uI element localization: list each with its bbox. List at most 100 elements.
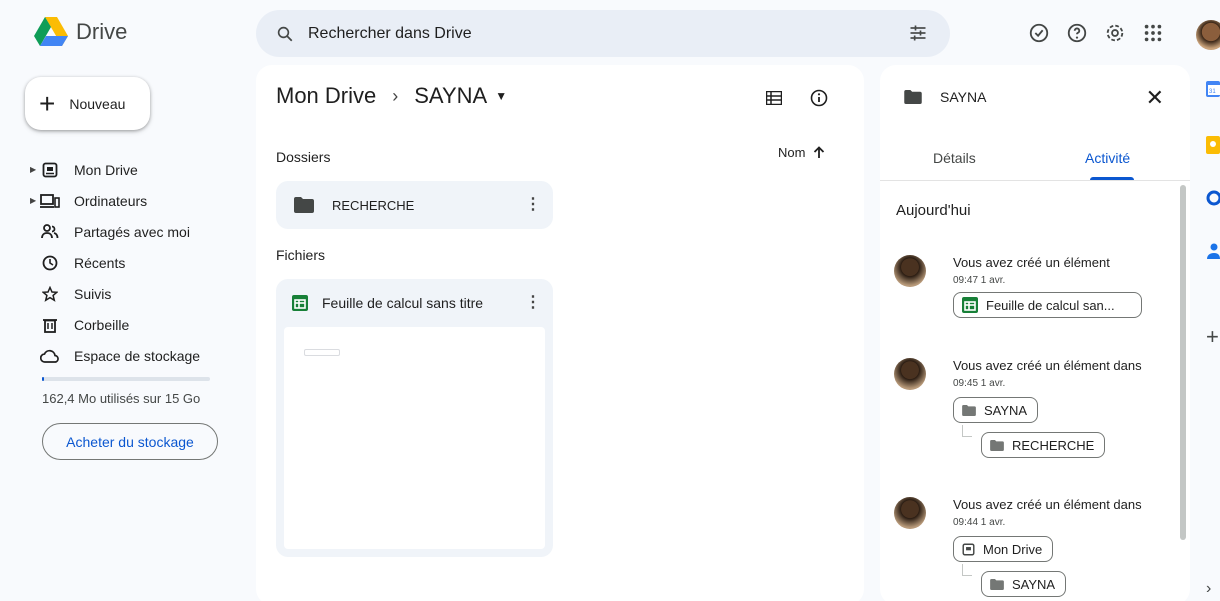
activity-message: Vous avez créé un élément dans bbox=[953, 497, 1142, 512]
activity-folder-chip[interactable]: RECHERCHE bbox=[981, 432, 1106, 458]
files-section-label: Fichiers bbox=[276, 247, 326, 263]
drive-logo-icon bbox=[34, 17, 68, 46]
storage-usage-text: 162,4 Mo utilisés sur 15 Go bbox=[42, 391, 201, 406]
account-avatar[interactable] bbox=[1196, 20, 1220, 50]
folder-icon bbox=[962, 404, 976, 416]
ready-offline-icon[interactable] bbox=[1028, 22, 1050, 44]
chip-label: RECHERCHE bbox=[1012, 437, 1095, 453]
search-options-icon[interactable] bbox=[908, 23, 928, 43]
settings-icon[interactable] bbox=[1104, 22, 1126, 44]
sidebar-item-label: Suivis bbox=[74, 285, 112, 302]
dropdown-arrow-icon[interactable]: ▼ bbox=[495, 89, 507, 103]
info-icon[interactable] bbox=[810, 89, 828, 107]
list-view-icon[interactable] bbox=[766, 91, 782, 105]
sidebar-item-label: Corbeille bbox=[74, 316, 130, 333]
activity-folder-chip[interactable]: SAYNA bbox=[981, 571, 1067, 597]
user-avatar bbox=[894, 497, 926, 529]
calendar-icon[interactable]: 31 bbox=[1206, 80, 1220, 98]
breadcrumb-current[interactable]: SAYNA bbox=[414, 83, 487, 109]
expand-arrow-icon[interactable]: ▶ bbox=[30, 196, 36, 205]
file-thumbnail[interactable] bbox=[284, 327, 545, 549]
computers-icon bbox=[40, 191, 60, 211]
sheets-icon bbox=[292, 295, 308, 311]
activity-folder-chip[interactable]: SAYNA bbox=[953, 397, 1039, 423]
tab-details[interactable]: Détails bbox=[933, 150, 976, 166]
keep-icon[interactable] bbox=[1206, 136, 1220, 154]
activity-time: 09:45 1 avr. bbox=[953, 378, 1006, 389]
storage-progress-fill bbox=[42, 377, 44, 381]
app-name: Drive bbox=[76, 19, 128, 44]
clock-icon bbox=[40, 253, 60, 273]
sidebar-item-starred[interactable]: Suivis bbox=[30, 278, 240, 309]
chip-label: Feuille de calcul san... bbox=[986, 297, 1115, 313]
top-toolbar bbox=[1028, 22, 1164, 44]
activity-item: Vous avez créé un élément dans 09:45 1 a… bbox=[894, 358, 1184, 458]
sidebar-item-trash[interactable]: Corbeille bbox=[30, 309, 240, 340]
thumbnail-cell bbox=[304, 349, 340, 356]
more-actions-icon[interactable]: ⋮ bbox=[525, 295, 541, 311]
activity-item-chip[interactable]: Feuille de calcul san... bbox=[953, 292, 1142, 318]
sidebar-nav: ▶ Mon Drive ▶ Ordinateurs Partagés avec … bbox=[30, 154, 240, 371]
apps-grid-icon[interactable] bbox=[1142, 22, 1164, 44]
tree-connector bbox=[962, 425, 972, 437]
help-icon[interactable] bbox=[1066, 22, 1088, 44]
folder-icon bbox=[294, 197, 314, 213]
main-content: Mon Drive › SAYNA ▼ Dossiers Nom RECHERC… bbox=[256, 65, 864, 601]
sheets-icon bbox=[962, 297, 978, 313]
shared-icon bbox=[40, 222, 60, 242]
breadcrumb-separator: › bbox=[392, 85, 399, 106]
file-item[interactable]: Feuille de calcul sans titre ⋮ bbox=[276, 279, 553, 557]
sort-control[interactable]: Nom bbox=[778, 145, 825, 160]
activity-drive-chip[interactable]: Mon Drive bbox=[953, 536, 1054, 562]
sidebar-item-label: Partagés avec moi bbox=[74, 223, 190, 240]
tasks-icon[interactable] bbox=[1206, 190, 1220, 206]
folder-item[interactable]: RECHERCHE ⋮ bbox=[276, 181, 553, 229]
search-bar[interactable] bbox=[256, 10, 950, 57]
more-actions-icon[interactable]: ⋮ bbox=[525, 197, 541, 213]
expand-arrow-icon[interactable]: ▶ bbox=[30, 165, 36, 174]
tree-connector bbox=[962, 564, 972, 576]
storage-progress-bar bbox=[42, 377, 210, 381]
drive-logo[interactable]: Drive bbox=[34, 17, 127, 47]
activity-scrollbar[interactable] bbox=[1180, 185, 1186, 540]
sidebar-item-recent[interactable]: Récents bbox=[30, 247, 240, 278]
details-panel: SAYNA ✕ Détails Activité Aujourd'hui Vou… bbox=[880, 65, 1190, 601]
activity-item: Vous avez créé un élément 09:47 1 avr. F… bbox=[894, 255, 1184, 325]
my-drive-icon bbox=[962, 542, 975, 556]
tab-activity[interactable]: Activité bbox=[1085, 150, 1130, 166]
new-button[interactable]: + Nouveau bbox=[25, 77, 150, 130]
cloud-icon bbox=[40, 346, 60, 366]
activity-section-label: Aujourd'hui bbox=[896, 202, 971, 219]
search-icon[interactable] bbox=[276, 25, 294, 43]
sidebar-item-storage[interactable]: Espace de stockage bbox=[30, 340, 240, 371]
folder-name: RECHERCHE bbox=[332, 197, 415, 213]
add-app-icon[interactable]: + bbox=[1206, 326, 1219, 348]
chip-label: SAYNA bbox=[984, 402, 1028, 418]
folder-icon bbox=[990, 439, 1004, 451]
sidebar-item-shared[interactable]: Partagés avec moi bbox=[30, 216, 240, 247]
sidebar-item-my-drive[interactable]: ▶ Mon Drive bbox=[30, 154, 240, 185]
search-input[interactable] bbox=[308, 24, 868, 43]
sidebar-item-label: Espace de stockage bbox=[74, 347, 201, 364]
breadcrumb-root[interactable]: Mon Drive bbox=[276, 83, 376, 109]
sidebar-item-computers[interactable]: ▶ Ordinateurs bbox=[30, 185, 240, 216]
folders-section-label: Dossiers bbox=[276, 149, 331, 165]
contacts-icon[interactable] bbox=[1206, 242, 1220, 260]
new-button-label: Nouveau bbox=[69, 95, 126, 112]
plus-icon: + bbox=[39, 87, 56, 119]
sort-label: Nom bbox=[778, 145, 806, 160]
user-avatar bbox=[894, 255, 926, 287]
arrow-up-icon[interactable] bbox=[813, 146, 825, 159]
activity-time: 09:47 1 avr. bbox=[953, 275, 1006, 286]
activity-message: Vous avez créé un élément dans bbox=[953, 358, 1142, 373]
star-icon bbox=[40, 284, 60, 304]
close-icon[interactable]: ✕ bbox=[1146, 85, 1164, 111]
chip-label: Mon Drive bbox=[983, 541, 1043, 557]
svg-text:31: 31 bbox=[1209, 89, 1216, 95]
breadcrumb: Mon Drive › SAYNA ▼ bbox=[276, 83, 507, 109]
my-drive-icon bbox=[40, 160, 60, 180]
tab-divider bbox=[880, 180, 1190, 181]
buy-storage-button[interactable]: Acheter du stockage bbox=[42, 423, 218, 460]
sidebar-item-label: Récents bbox=[74, 254, 126, 271]
expand-panel-icon[interactable]: › bbox=[1206, 580, 1211, 598]
